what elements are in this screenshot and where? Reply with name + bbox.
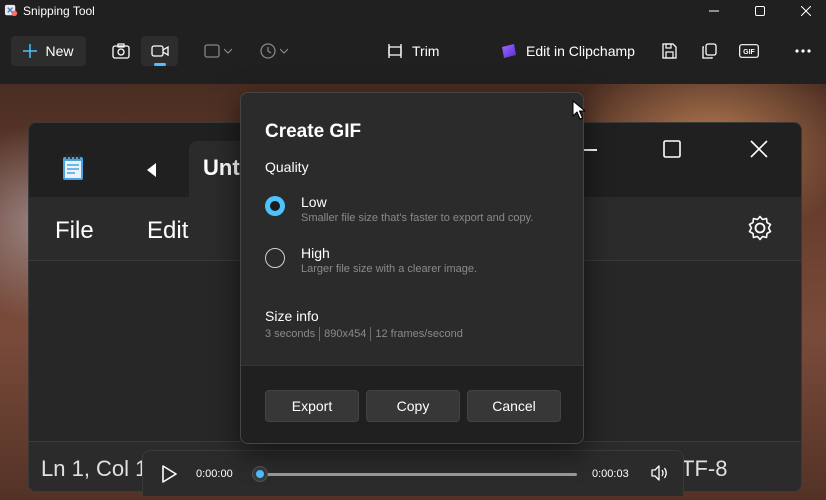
snipping-tool-icon [4,4,18,17]
quality-heading: Quality [265,159,309,175]
quality-low-description: Smaller file size that's faster to expor… [301,212,534,224]
create-gif-dialog: Create GIF Quality Low Smaller file size… [240,92,584,444]
copy-icon [702,43,717,59]
divider [370,327,372,341]
video-icon [150,45,169,57]
trim-button-label: Trim [412,43,440,59]
snip-mode-dropdown[interactable] [200,36,236,66]
copy-gif-button[interactable]: Copy [366,390,460,422]
maximize-button[interactable] [737,0,783,22]
divider [319,327,321,341]
play-icon[interactable] [161,465,177,483]
gif-icon: GIF [739,44,759,58]
quality-low-label[interactable]: Low [301,194,327,210]
size-info-heading: Size info [265,308,319,324]
new-button-label: New [45,43,74,59]
more-icon [795,49,811,53]
end-time: 0:00:03 [592,468,629,480]
size-info-details: 3 seconds 890x454 12 frames/second [265,327,463,341]
current-time: 0:00:00 [196,468,233,480]
chevron-left-icon [147,163,156,177]
maximize-icon [663,140,681,158]
quality-low-radio[interactable] [265,196,285,216]
cancel-button[interactable]: Cancel [467,390,561,422]
notepad-tab-label: Unt [203,155,240,180]
seek-thumb[interactable] [253,467,267,481]
media-controls: 0:00:00 0:00:03 [142,450,684,496]
minimize-button[interactable] [691,0,737,22]
close-icon [750,140,768,158]
more-options-button[interactable] [792,36,814,66]
save-button[interactable] [658,36,680,66]
chevron-down-icon [280,48,288,54]
delay-icon [260,43,276,59]
maximize-icon [755,6,765,16]
frame-rate-value: 12 frames/second [375,328,463,340]
gear-icon [748,215,772,241]
minimize-icon [709,10,719,12]
gif-button[interactable]: GIF [738,36,760,66]
toolbar: New Trim Edit in Clipchamp GIF [0,22,826,84]
plus-icon [23,44,38,58]
chevron-down-icon [224,48,232,54]
quality-high-label[interactable]: High [301,245,330,261]
encoding-label: TF-8 [681,456,728,481]
camera-icon [112,43,130,59]
record-mode-button[interactable] [141,36,178,66]
duration-value: 3 seconds [265,328,316,340]
quality-high-description: Larger file size with a clearer image. [301,263,478,275]
title-bar: Snipping Tool [0,0,826,22]
clipchamp-button-label: Edit in Clipchamp [526,43,635,59]
app-title: Snipping Tool [23,4,95,18]
new-button[interactable]: New [11,36,86,66]
volume-icon[interactable] [651,465,669,481]
resolution-value: 890x454 [324,328,367,340]
clipchamp-icon [502,44,516,58]
snip-mode-icon [204,44,220,58]
save-icon [662,43,677,59]
selected-indicator [154,63,166,66]
mouse-cursor-icon [572,100,586,120]
dialog-footer: Export Copy Cancel [241,365,583,443]
cursor-position: Ln 1, Col 1 [41,456,148,481]
dialog-title: Create GIF [265,121,362,142]
svg-text:GIF: GIF [743,49,755,56]
menu-file: File [55,217,94,244]
delay-dropdown[interactable] [256,36,292,66]
menu-edit: Edit [147,217,189,244]
export-button[interactable]: Export [265,390,359,422]
close-icon [801,6,811,16]
quality-high-radio[interactable] [265,248,285,268]
edit-in-clipchamp-button[interactable]: Edit in Clipchamp [500,36,635,66]
notepad-icon [63,154,83,180]
trim-icon [388,44,402,58]
close-button[interactable] [783,0,826,22]
seek-track[interactable] [259,473,577,476]
copy-button[interactable] [698,36,720,66]
trim-button[interactable]: Trim [386,36,439,66]
screenshot-mode-button[interactable] [107,36,135,66]
